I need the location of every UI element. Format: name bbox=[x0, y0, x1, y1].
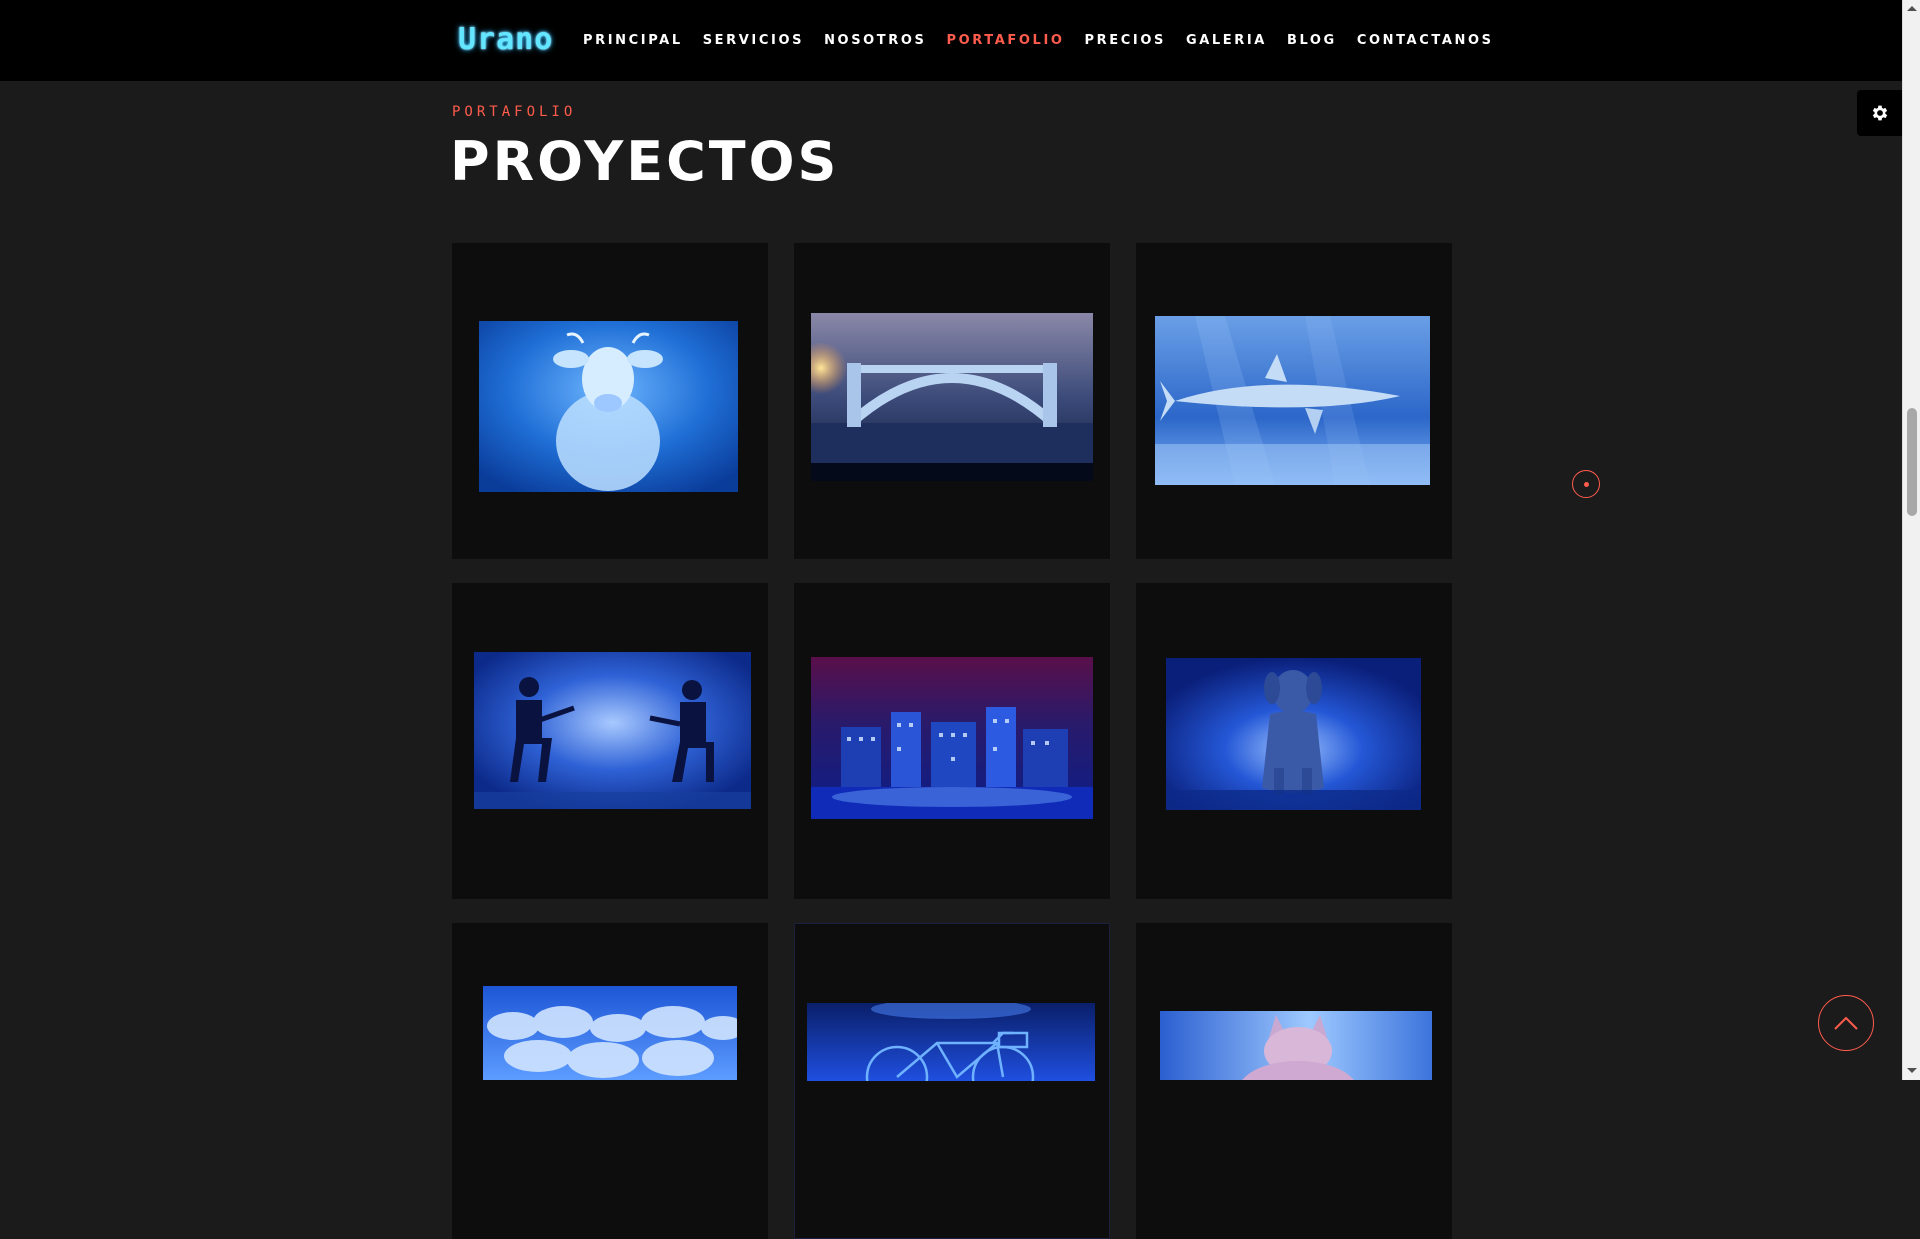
section-subtitle: PORTAFOLIO bbox=[452, 104, 577, 120]
scroll-down-icon[interactable] bbox=[1907, 1068, 1917, 1073]
cow-image bbox=[479, 321, 738, 492]
bicycle-image bbox=[807, 1003, 1095, 1081]
nav-item-blog[interactable]: BLOG bbox=[1287, 33, 1337, 48]
brand-logo[interactable]: Urano bbox=[458, 22, 553, 58]
bridge-image bbox=[811, 313, 1093, 481]
portfolio-item-cow[interactable] bbox=[452, 243, 768, 559]
chevron-up-icon bbox=[1834, 1016, 1858, 1030]
nav-item-galeria[interactable]: GALERIA bbox=[1186, 33, 1267, 48]
portfolio-item-cat[interactable] bbox=[1136, 923, 1452, 1239]
dot-icon[interactable] bbox=[1572, 470, 1600, 498]
nav-item-precios[interactable]: PRECIOS bbox=[1085, 33, 1166, 48]
portfolio-item-bicycle[interactable] bbox=[794, 923, 1110, 1239]
settings-button[interactable] bbox=[1857, 90, 1902, 136]
scroll-up-icon[interactable] bbox=[1907, 6, 1917, 11]
gear-icon bbox=[1872, 105, 1887, 121]
portfolio-item-clouds[interactable] bbox=[452, 923, 768, 1239]
back-to-top-button[interactable] bbox=[1818, 995, 1874, 1051]
nav-item-servicios[interactable]: SERVICIOS bbox=[703, 33, 804, 48]
portfolio-item-city[interactable] bbox=[794, 583, 1110, 899]
nav-item-principal[interactable]: PRINCIPAL bbox=[583, 33, 683, 48]
shark-image bbox=[1155, 316, 1430, 485]
cat-image bbox=[1160, 1011, 1432, 1080]
portfolio-item-bridge[interactable] bbox=[794, 243, 1110, 559]
portfolio-item-guitarists[interactable] bbox=[452, 583, 768, 899]
nav-item-contactanos[interactable]: CONTACTANOS bbox=[1357, 33, 1494, 48]
city-image bbox=[811, 657, 1093, 819]
section-title: PROYECTOS bbox=[450, 130, 840, 193]
nav-item-portafolio[interactable]: PORTAFOLIO bbox=[947, 33, 1065, 48]
nav-item-nosotros[interactable]: NOSOTROS bbox=[824, 33, 926, 48]
scroll-thumb[interactable] bbox=[1907, 408, 1917, 516]
portfolio-item-dog[interactable] bbox=[1136, 583, 1452, 899]
guitarists-image bbox=[474, 652, 751, 809]
main-nav: PRINCIPAL SERVICIOS NOSOTROS PORTAFOLIO … bbox=[583, 0, 1514, 81]
clouds-image bbox=[483, 986, 737, 1080]
navbar: Urano PRINCIPAL SERVICIOS NOSOTROS PORTA… bbox=[0, 0, 1902, 81]
dog-image bbox=[1166, 658, 1421, 810]
portfolio-item-shark[interactable] bbox=[1136, 243, 1452, 559]
page-scrollbar[interactable] bbox=[1902, 0, 1920, 1080]
